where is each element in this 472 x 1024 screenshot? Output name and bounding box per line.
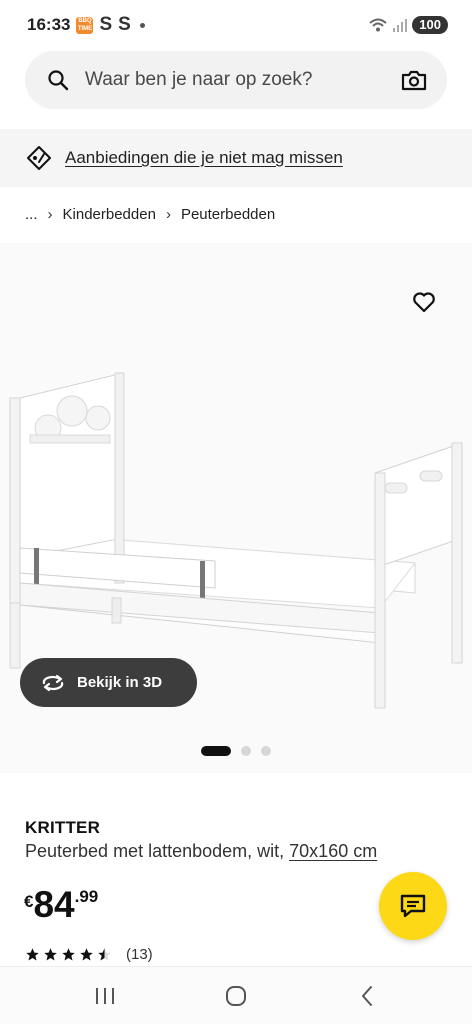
back-icon [361,985,372,1006]
carousel-dot[interactable] [241,746,251,756]
rotate-icon [42,674,64,691]
chevron-right-icon: › [47,205,53,223]
product-name: KRITTER [25,818,101,837]
chat-button[interactable] [379,872,447,940]
star-full-icon [80,948,93,961]
recent-apps-button[interactable] [75,976,135,1016]
notification-s-icon: S [99,14,113,35]
recent-apps-icon [96,987,115,1004]
status-bar: 16:33 BBQ TIME S S 100 [0,0,472,50]
breadcrumb-ellipsis[interactable]: ... [25,206,38,223]
chat-icon [400,894,426,918]
signal-icon [393,19,408,32]
product-description-text: Peuterbed met lattenbodem, wit, [25,841,290,861]
heart-icon[interactable] [412,291,436,313]
status-time: 16:33 [27,15,71,34]
price-decimal: .99 [74,887,99,906]
camera-icon[interactable] [401,69,427,91]
star-full-icon [62,948,75,961]
view-3d-button[interactable]: Bekijk in 3D [20,658,197,707]
promo-banner[interactable]: Aanbiedingen die je niet mag missen [0,129,472,187]
notification-s-icon: S [118,14,131,35]
status-left: 16:33 BBQ TIME S S [27,14,145,36]
chevron-right-icon: › [165,205,171,223]
notification-app-icon: BBQ TIME [76,16,94,34]
tag-icon [27,146,51,170]
product-gallery[interactable]: Bekijk in 3D [0,243,472,773]
status-right: 100 [368,16,448,34]
price-integer: 84 [33,884,75,925]
carousel-dot[interactable] [261,746,271,756]
battery-indicator: 100 [412,16,448,34]
rating-stars [25,947,112,962]
home-button[interactable] [206,976,266,1016]
breadcrumb-item-peuterbedden[interactable]: Peuterbedden [181,206,275,223]
product-price: € 84 .99 [24,885,98,925]
breadcrumb-item-kinderbedden[interactable]: Kinderbedden [63,206,156,223]
back-button[interactable] [337,976,397,1016]
product-rating[interactable]: (13) [25,946,153,963]
home-icon [225,985,246,1006]
rating-count: (13) [126,946,153,963]
promo-link[interactable]: Aanbiedingen die je niet mag missen [65,148,343,168]
product-size-link[interactable]: 70x160 cm [289,841,377,861]
star-full-icon [26,948,39,961]
breadcrumb: ... › Kinderbedden › Peuterbedden [25,203,275,225]
carousel-dot-active[interactable] [201,746,231,756]
system-nav-bar [0,966,472,1024]
search-input[interactable]: Waar ben je naar op zoek? [85,69,401,91]
price-currency: € [24,892,34,911]
wifi-icon [369,18,387,32]
search-icon[interactable] [47,69,69,91]
search-bar[interactable]: Waar ben je naar op zoek? [25,51,447,109]
notification-badge-text: BBQ TIME [77,18,93,32]
notification-more-dot [139,22,145,28]
star-full-icon [44,948,57,961]
star-half-icon [98,948,111,961]
carousel-indicator [0,746,472,756]
view-3d-label: Bekijk in 3D [77,674,163,691]
product-description: Peuterbed met lattenbodem, wit, 70x160 c… [25,841,377,862]
